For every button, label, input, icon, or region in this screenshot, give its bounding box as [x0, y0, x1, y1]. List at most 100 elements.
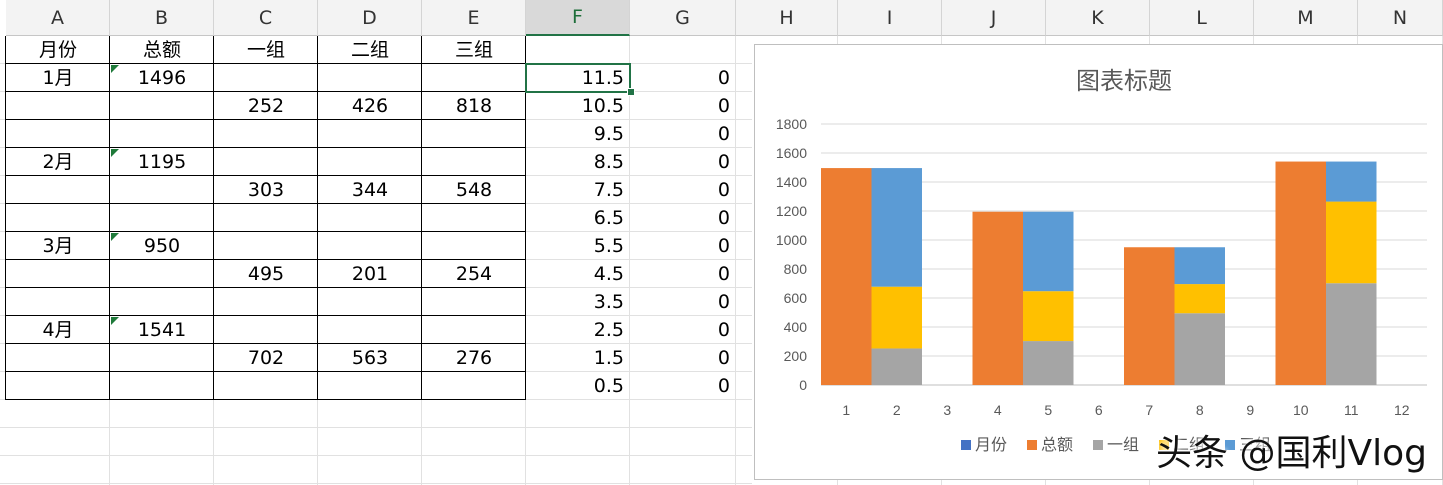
f-cell[interactable]: 0.5 [526, 372, 630, 400]
x-tick-label: 8 [1196, 402, 1204, 418]
gridline-h [0, 455, 752, 456]
total-cell[interactable]: 1496 [110, 64, 214, 92]
column-header-c[interactable]: C [214, 0, 318, 36]
table-border [6, 399, 526, 400]
column-header-j[interactable]: J [942, 0, 1046, 36]
g-cell[interactable]: 0 [630, 204, 736, 232]
group-cell-g2[interactable]: 426 [318, 92, 422, 120]
g-cell[interactable]: 0 [630, 344, 736, 372]
bar-三组-11 [1326, 161, 1377, 202]
x-tick-label: 12 [1394, 402, 1410, 418]
group-cell-g1[interactable]: 495 [214, 260, 318, 288]
bar-三组-5 [1023, 211, 1074, 292]
column-header-i[interactable]: I [838, 0, 942, 36]
x-tick-label: 5 [1044, 402, 1052, 418]
header-cell-total[interactable]: 总额 [110, 36, 214, 64]
header-cell-g2[interactable]: 二组 [318, 36, 422, 64]
f-cell[interactable]: 4.5 [526, 260, 630, 288]
y-tick-label: 0 [799, 377, 807, 393]
group-cell-g3[interactable]: 548 [422, 176, 526, 204]
total-cell[interactable]: 1195 [110, 148, 214, 176]
g-cell[interactable]: 0 [630, 148, 736, 176]
bar-三组-2 [871, 168, 922, 287]
x-tick-label: 3 [943, 402, 951, 418]
column-header-m[interactable]: M [1254, 0, 1358, 36]
f-cell[interactable]: 1.5 [526, 344, 630, 372]
column-header-g[interactable]: G [630, 0, 736, 36]
g-cell[interactable]: 0 [630, 92, 736, 120]
y-tick-label: 400 [784, 319, 808, 335]
f-cell[interactable]: 2.5 [526, 316, 630, 344]
x-tick-label: 9 [1246, 402, 1254, 418]
group-cell-g2[interactable]: 344 [318, 176, 422, 204]
header-cell-g1[interactable]: 一组 [214, 36, 318, 64]
month-cell[interactable]: 4月 [6, 316, 110, 344]
g-cell[interactable]: 0 [630, 232, 736, 260]
active-cell-selection [525, 63, 631, 93]
g-cell[interactable]: 0 [630, 260, 736, 288]
x-tick-label: 2 [893, 402, 901, 418]
g-cell[interactable]: 0 [630, 372, 736, 400]
legend-swatch-月份 [961, 440, 971, 450]
watermark: 头条 @国利Vlog [1156, 433, 1427, 474]
error-indicator [111, 233, 119, 241]
column-header-f[interactable]: F [526, 0, 630, 36]
f-cell[interactable]: 10.5 [526, 92, 630, 120]
group-cell-g3[interactable]: 818 [422, 92, 526, 120]
group-cell-g1[interactable]: 252 [214, 92, 318, 120]
column-header-d[interactable]: D [318, 0, 422, 36]
column-header-e[interactable]: E [422, 0, 526, 36]
group-cell-g1[interactable]: 702 [214, 344, 318, 372]
group-cell-g2[interactable]: 563 [318, 344, 422, 372]
month-cell[interactable]: 3月 [6, 232, 110, 260]
f-cell[interactable]: 7.5 [526, 176, 630, 204]
legend-swatch-一组 [1093, 440, 1103, 450]
month-cell[interactable]: 2月 [6, 148, 110, 176]
f-cell[interactable]: 6.5 [526, 204, 630, 232]
bar-一组-5 [1023, 341, 1074, 385]
total-cell[interactable]: 950 [110, 232, 214, 260]
legend-label-月份: 月份 [975, 436, 1007, 454]
error-indicator [111, 149, 119, 157]
bar-总额-10 [1275, 161, 1326, 385]
f-cell[interactable]: 3.5 [526, 288, 630, 316]
g-cell[interactable]: 0 [630, 120, 736, 148]
f-cell[interactable]: 8.5 [526, 148, 630, 176]
g-cell[interactable]: 0 [630, 64, 736, 92]
legend-swatch-总额 [1027, 440, 1037, 450]
f-cell[interactable]: 5.5 [526, 232, 630, 260]
bar-一组-8 [1174, 313, 1225, 385]
group-cell-g3[interactable]: 276 [422, 344, 526, 372]
group-cell-g2[interactable]: 201 [318, 260, 422, 288]
header-cell-g3[interactable]: 三组 [422, 36, 526, 64]
column-header-b[interactable]: B [110, 0, 214, 36]
bar-一组-11 [1326, 283, 1377, 385]
x-tick-label: 11 [1344, 402, 1359, 418]
group-cell-g3[interactable]: 254 [422, 260, 526, 288]
x-tick-label: 7 [1145, 402, 1153, 418]
total-cell[interactable]: 1541 [110, 316, 214, 344]
y-tick-label: 1600 [776, 145, 807, 161]
column-header-a[interactable]: A [6, 0, 110, 36]
month-cell[interactable]: 1月 [6, 64, 110, 92]
column-header-h[interactable]: H [736, 0, 838, 36]
chart-area[interactable]: 图表标题 0 200 400 600 800 1000 1200 1400 1600 1800 1 2 3… [754, 44, 1443, 480]
y-tick-label: 1000 [776, 232, 807, 248]
y-tick-label: 600 [784, 290, 808, 306]
bar-三组-8 [1174, 247, 1225, 285]
g-cell[interactable]: 0 [630, 316, 736, 344]
column-header-k[interactable]: K [1046, 0, 1150, 36]
bar-二组-8 [1174, 284, 1225, 314]
group-cell-g1[interactable]: 303 [214, 176, 318, 204]
fill-handle[interactable] [627, 88, 635, 96]
column-header-l[interactable]: L [1150, 0, 1254, 36]
legend-label-总额: 总额 [1041, 436, 1073, 454]
bar-一组-2 [871, 348, 922, 385]
chart-title: 图表标题 [1076, 68, 1172, 95]
gridline-h [0, 427, 752, 428]
header-cell-month[interactable]: 月份 [6, 36, 110, 64]
f-cell[interactable]: 9.5 [526, 120, 630, 148]
g-cell[interactable]: 0 [630, 288, 736, 316]
column-header-n[interactable]: N [1358, 0, 1443, 36]
g-cell[interactable]: 0 [630, 176, 736, 204]
